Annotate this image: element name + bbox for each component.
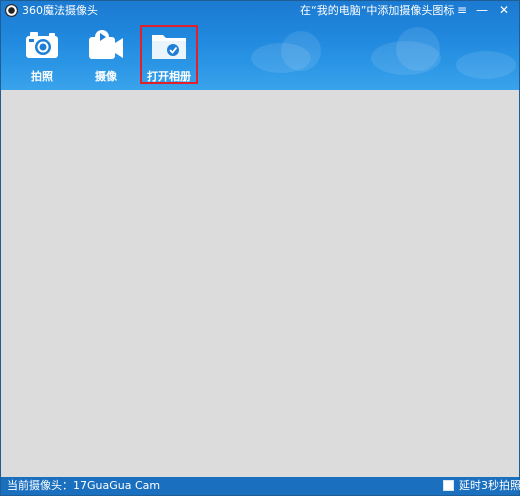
delay-checkbox[interactable]	[443, 480, 454, 491]
cloud-decoration	[456, 51, 516, 79]
record-video-button[interactable]: 摄像	[78, 25, 134, 83]
record-video-label: 摄像	[95, 70, 117, 83]
take-photo-button[interactable]: 拍照	[14, 25, 70, 83]
app-title: 360魔法摄像头	[22, 4, 98, 17]
camera-preview-area	[1, 90, 519, 477]
camera-icon	[26, 32, 58, 58]
add-icon-link[interactable]: 在“我的电脑”中添加摄像头图标	[300, 3, 454, 19]
close-button[interactable]: ✕	[493, 1, 515, 19]
cloud-decoration	[396, 27, 440, 71]
album-highlight-box	[140, 25, 198, 84]
app-window: 360魔法摄像头 在“我的电脑”中添加摄像头图标 ≡ — ✕ 拍照 摄像 打开相…	[0, 0, 520, 496]
header: 360魔法摄像头 在“我的电脑”中添加摄像头图标 ≡ — ✕ 拍照 摄像 打开相…	[1, 1, 519, 90]
current-camera-text: 当前摄像头：17GuaGua Cam	[7, 479, 161, 492]
menu-button[interactable]: ≡	[451, 1, 473, 19]
delay-checkbox-label[interactable]: 延时3秒拍照	[459, 479, 520, 493]
video-camera-icon	[89, 30, 123, 59]
title-bar: 360魔法摄像头 在“我的电脑”中添加摄像头图标 ≡ — ✕	[1, 1, 519, 21]
minimize-button[interactable]: —	[471, 1, 493, 19]
cloud-decoration	[281, 31, 321, 71]
status-bar: 当前摄像头：17GuaGua Cam 延时3秒拍照	[1, 477, 520, 495]
camera-logo-icon	[5, 4, 18, 17]
take-photo-label: 拍照	[31, 70, 53, 83]
